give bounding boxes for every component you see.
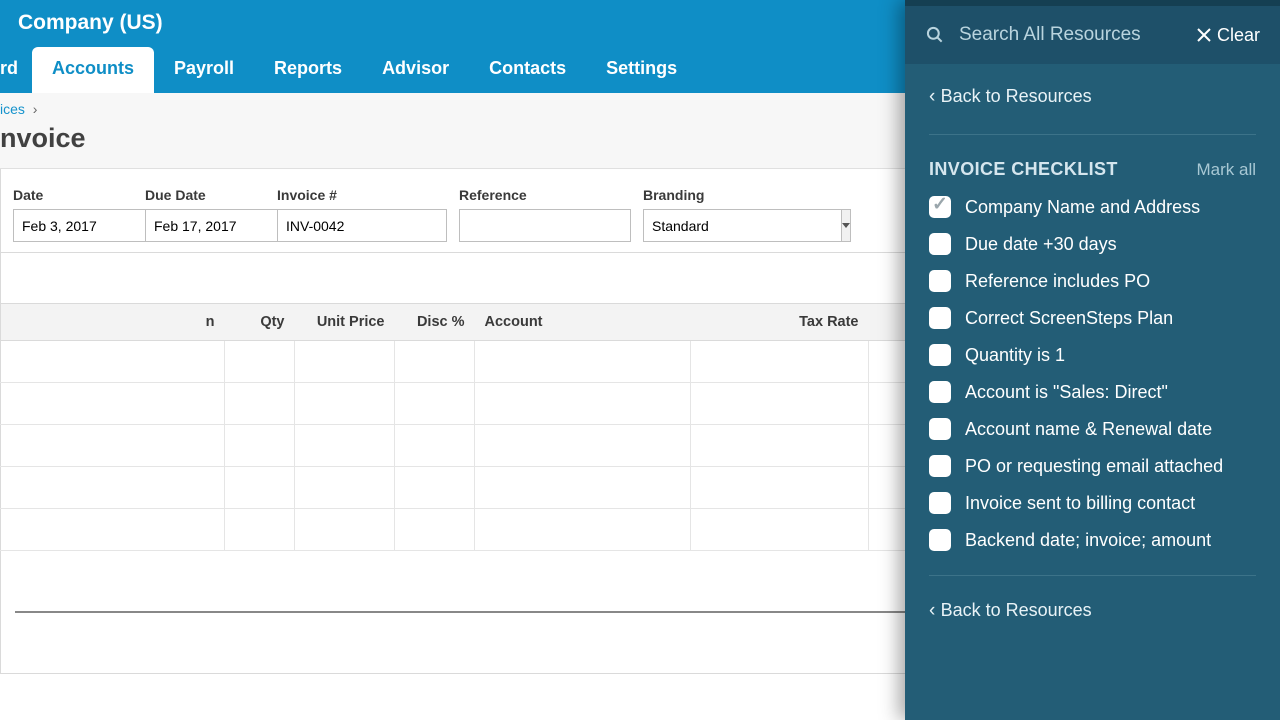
col-desc: n bbox=[1, 304, 225, 341]
checklist-item[interactable]: Quantity is 1 bbox=[929, 344, 1256, 366]
reference-label: Reference bbox=[459, 187, 631, 203]
col-qty: Qty bbox=[225, 304, 295, 341]
checkbox-icon[interactable] bbox=[929, 233, 951, 255]
breadcrumb-sep: › bbox=[33, 101, 38, 117]
tab-reports[interactable]: Reports bbox=[254, 47, 362, 93]
checklist-item[interactable]: PO or requesting email attached bbox=[929, 455, 1256, 477]
branding-label: Branding bbox=[643, 187, 819, 203]
company-name: Company (US) bbox=[18, 11, 163, 35]
checklist-item[interactable]: Correct ScreenSteps Plan bbox=[929, 307, 1256, 329]
col-disc: Disc % bbox=[395, 304, 475, 341]
checklist-item[interactable]: Backend date; invoice; amount bbox=[929, 529, 1256, 551]
col-unit: Unit Price bbox=[295, 304, 395, 341]
checkbox-icon[interactable] bbox=[929, 270, 951, 292]
tab-dashboard-fragment[interactable]: rd bbox=[0, 47, 32, 93]
tab-accounts[interactable]: Accounts bbox=[32, 47, 154, 93]
checkbox-icon[interactable] bbox=[929, 492, 951, 514]
branding-dropdown[interactable] bbox=[841, 209, 851, 242]
reference-input[interactable] bbox=[459, 209, 631, 242]
invoice-number-label: Invoice # bbox=[277, 187, 447, 203]
checkbox-icon[interactable] bbox=[929, 418, 951, 440]
col-account: Account bbox=[475, 304, 691, 341]
help-search-input[interactable]: Search All Resources bbox=[959, 24, 1183, 46]
invoice-number-input[interactable] bbox=[277, 209, 447, 242]
checklist-item[interactable]: Company Name and Address bbox=[929, 196, 1256, 218]
breadcrumb-item[interactable]: ices bbox=[0, 101, 25, 117]
checklist-item[interactable]: Reference includes PO bbox=[929, 270, 1256, 292]
checklist-item[interactable]: Account name & Renewal date bbox=[929, 418, 1256, 440]
tab-advisor[interactable]: Advisor bbox=[362, 47, 469, 93]
due-date-label: Due Date bbox=[145, 187, 265, 203]
date-label: Date bbox=[13, 187, 133, 203]
branding-select[interactable] bbox=[643, 209, 841, 242]
checklist-title: INVOICE CHECKLIST bbox=[929, 159, 1118, 180]
checkbox-icon[interactable] bbox=[929, 196, 951, 218]
tab-payroll[interactable]: Payroll bbox=[154, 47, 254, 93]
tab-contacts[interactable]: Contacts bbox=[469, 47, 586, 93]
back-to-resources[interactable]: Back to Resources bbox=[929, 86, 1256, 108]
checkbox-icon[interactable] bbox=[929, 344, 951, 366]
chevron-down-icon bbox=[842, 223, 850, 228]
clear-button[interactable]: Clear bbox=[1197, 25, 1260, 46]
col-tax: Tax Rate bbox=[691, 304, 869, 341]
help-panel: Search All Resources Clear Back to Resou… bbox=[905, 0, 1280, 720]
checkbox-icon[interactable] bbox=[929, 529, 951, 551]
checkbox-icon[interactable] bbox=[929, 455, 951, 477]
checklist-item[interactable]: Invoice sent to billing contact bbox=[929, 492, 1256, 514]
checkbox-icon[interactable] bbox=[929, 307, 951, 329]
checklist-item[interactable]: Account is "Sales: Direct" bbox=[929, 381, 1256, 403]
close-icon bbox=[1197, 28, 1211, 42]
tab-settings[interactable]: Settings bbox=[586, 47, 697, 93]
search-icon bbox=[925, 25, 945, 45]
back-to-resources-bottom[interactable]: Back to Resources bbox=[929, 600, 1256, 622]
mark-all-button[interactable]: Mark all bbox=[1196, 160, 1256, 180]
checklist-item[interactable]: Due date +30 days bbox=[929, 233, 1256, 255]
checkbox-icon[interactable] bbox=[929, 381, 951, 403]
